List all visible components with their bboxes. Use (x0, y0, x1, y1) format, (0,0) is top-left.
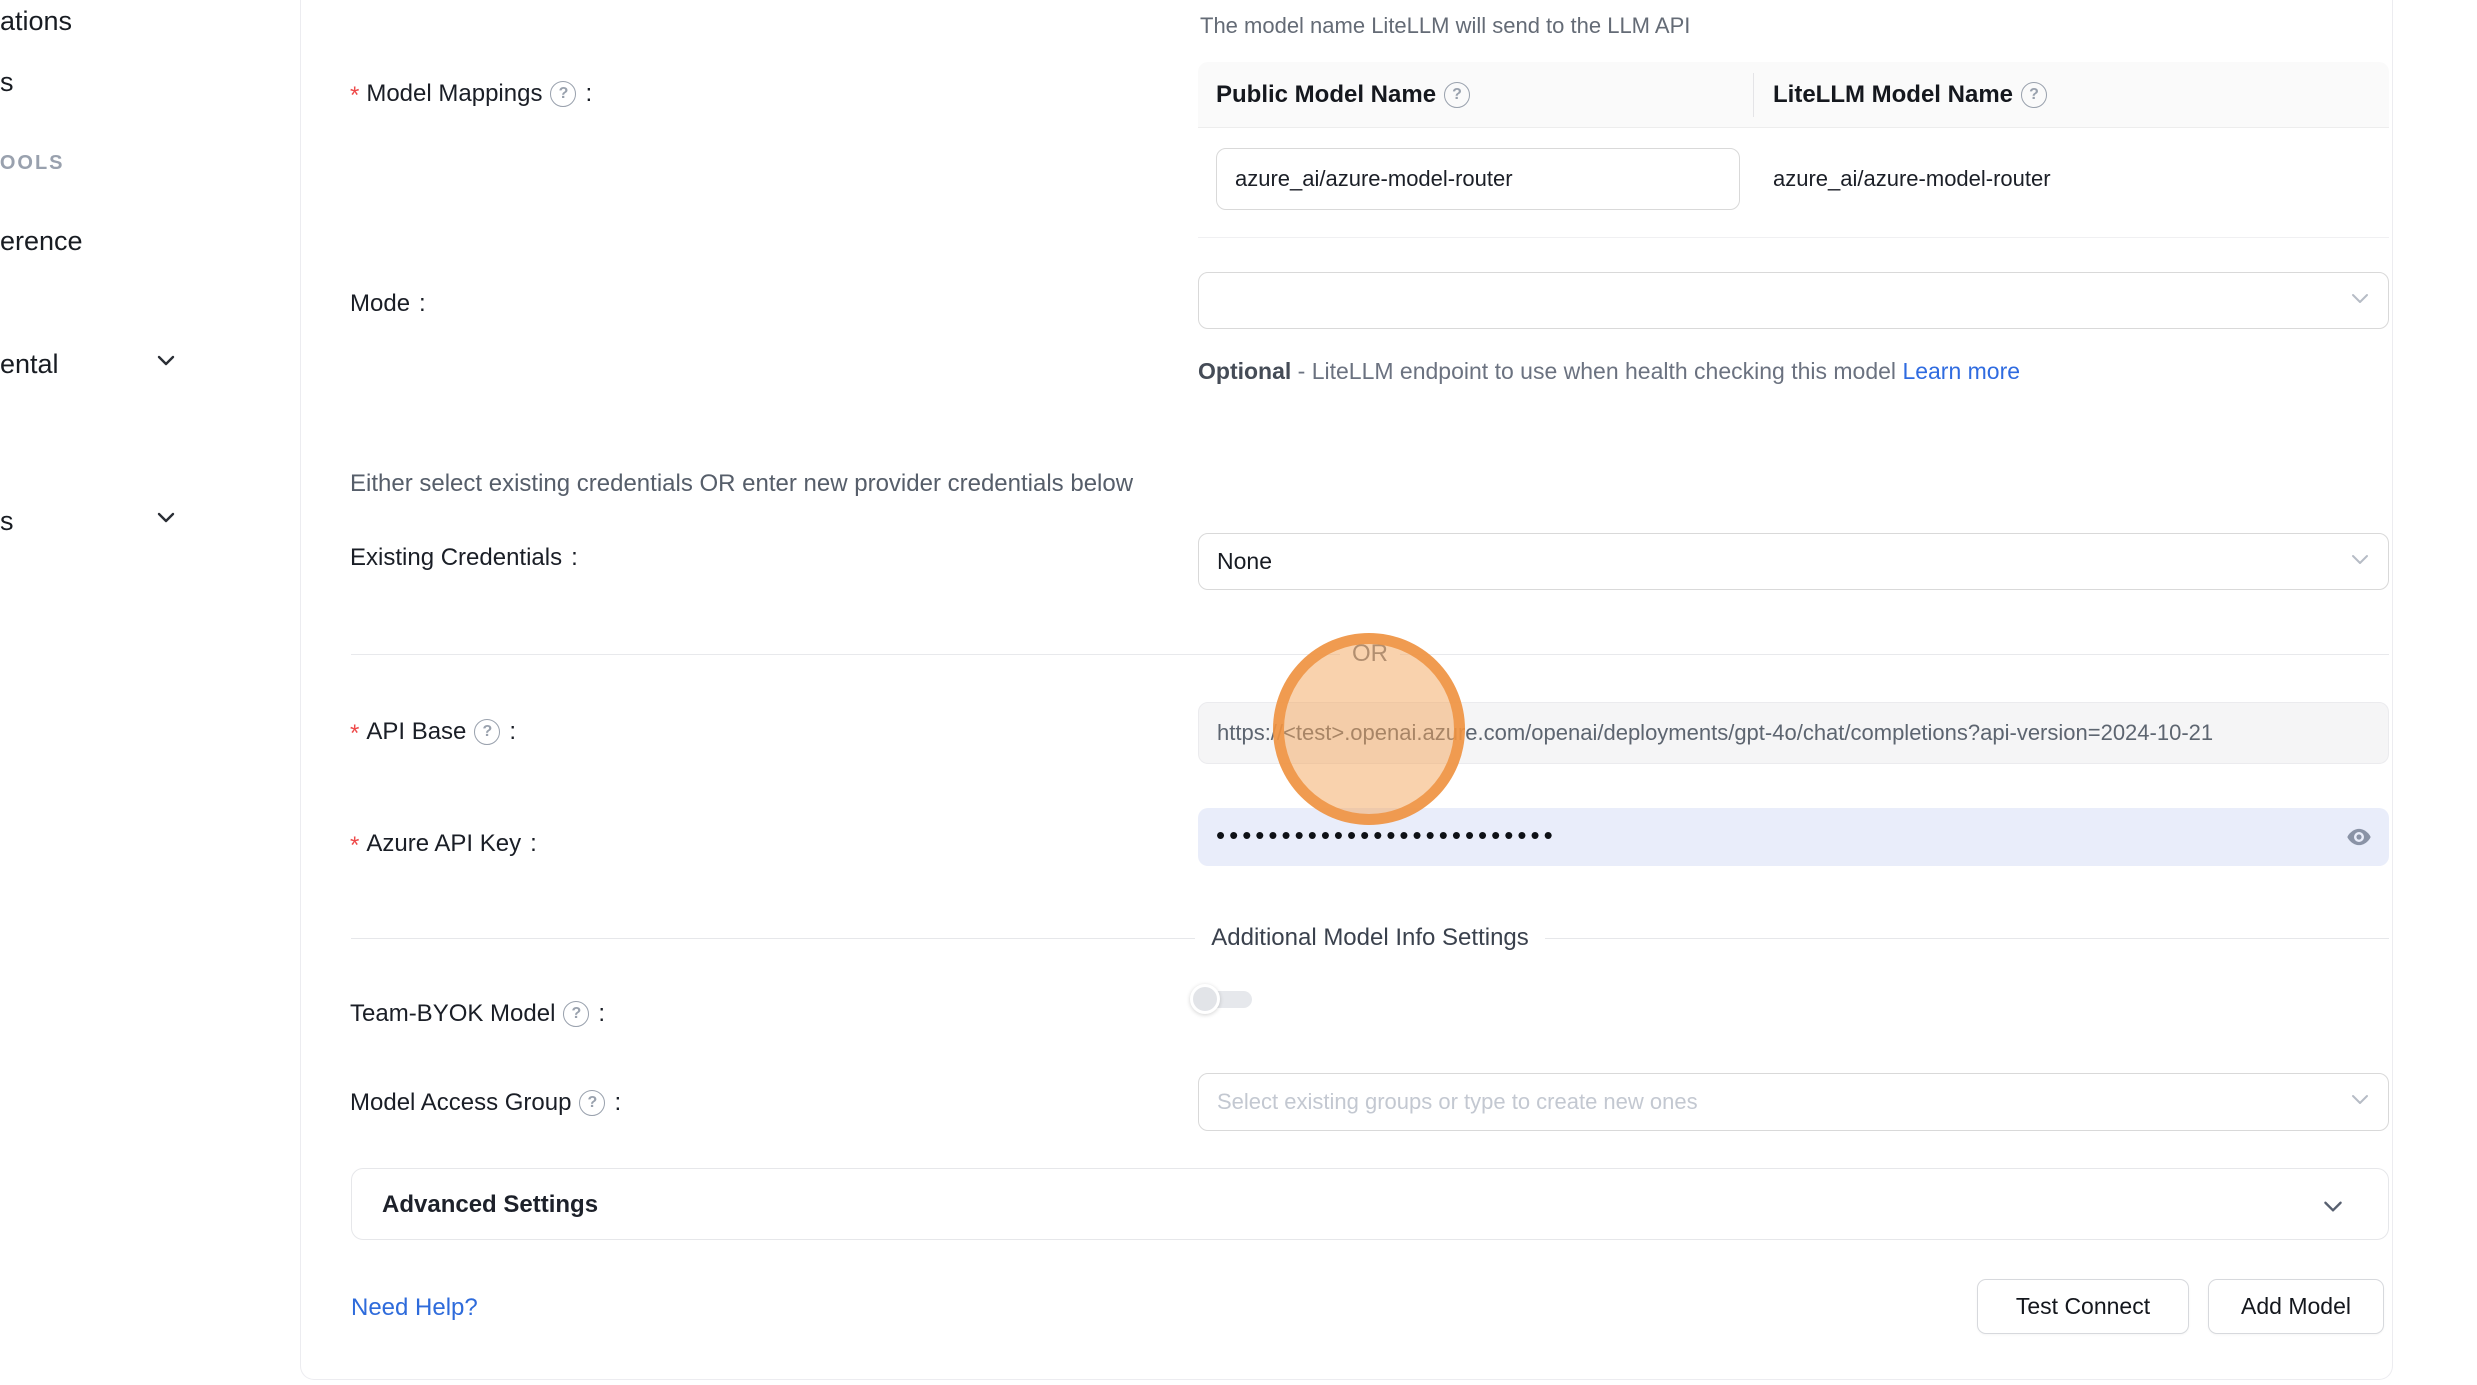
sidebar-item-erence[interactable]: erence (0, 226, 83, 257)
sidebar-item-ental[interactable]: ental (0, 349, 59, 380)
divider-line (351, 654, 1340, 655)
chevron-down-icon (2320, 1193, 2346, 1224)
litellm-model-name-value: azure_ai/azure-model-router (1773, 166, 2051, 192)
or-divider: OR (351, 641, 2389, 667)
chevron-down-icon (2348, 1087, 2372, 1117)
label-colon: : (530, 830, 537, 858)
need-help-link[interactable]: Need Help? (351, 1294, 478, 1322)
existing-credentials-label-text: Existing Credentials (350, 544, 562, 572)
or-divider-text: OR (1340, 640, 1400, 668)
divider-line (1545, 938, 2389, 939)
mode-label-text: Mode (350, 290, 410, 318)
add-model-button[interactable]: Add Model (2208, 1279, 2384, 1334)
divider-line (1400, 654, 2389, 655)
required-asterisk: * (350, 720, 359, 748)
col-litellm-model-name: LiteLLM Model Name ? (1773, 62, 2047, 128)
team-byok-label-text: Team-BYOK Model (350, 1000, 555, 1028)
help-circle-icon[interactable]: ? (550, 81, 576, 107)
label-colon: : (614, 1089, 621, 1117)
label-colon: : (585, 80, 592, 108)
mode-help-text: Optional - LiteLLM endpoint to use when … (1198, 350, 2022, 392)
sidebar-item-ations[interactable]: ations (0, 6, 72, 37)
public-model-name-input[interactable] (1216, 148, 1740, 210)
team-byok-label: Team-BYOK Model ? : (350, 1000, 605, 1028)
label-colon: : (509, 718, 516, 746)
team-byok-toggle[interactable] (1190, 984, 1254, 1014)
table-row: azure_ai/azure-model-router (1198, 128, 2389, 238)
eye-icon[interactable] (2345, 823, 2373, 851)
api-base-label-text: API Base (366, 718, 466, 746)
optional-bold: Optional (1198, 358, 1291, 384)
chevron-down-icon[interactable] (154, 348, 178, 377)
mode-select[interactable] (1198, 272, 2389, 329)
help-circle-icon[interactable]: ? (579, 1090, 605, 1116)
chevron-down-icon (2348, 547, 2372, 577)
mode-label: Mode : (350, 290, 426, 318)
help-circle-icon[interactable]: ? (2021, 82, 2047, 108)
model-mappings-label-text: Model Mappings (366, 80, 542, 108)
help-circle-icon[interactable]: ? (563, 1001, 589, 1027)
toggle-knob (1190, 984, 1220, 1014)
azure-api-key-label: * Azure API Key : (350, 830, 537, 858)
credentials-note: Either select existing credentials OR en… (350, 470, 1133, 498)
test-connect-button[interactable]: Test Connect (1977, 1279, 2189, 1334)
masked-api-key-value: •••••••••••••••••••••••••• (1216, 808, 1557, 866)
api-base-input[interactable]: https://<test>.openai.azure.com/openai/d… (1198, 702, 2389, 764)
sidebar-item-s2[interactable]: s (0, 506, 14, 537)
existing-credentials-value: None (1217, 548, 1272, 575)
model-name-hint: The model name LiteLLM will send to the … (1200, 13, 1690, 39)
required-asterisk: * (350, 832, 359, 860)
chevron-down-icon (2348, 286, 2372, 316)
optional-text: - LiteLLM endpoint to use when health ch… (1298, 358, 1896, 384)
col-header-text: LiteLLM Model Name (1773, 81, 2013, 109)
col-public-model-name: Public Model Name ? (1216, 62, 1470, 128)
chevron-down-icon[interactable] (154, 505, 178, 534)
required-asterisk: * (350, 82, 359, 110)
label-colon: : (419, 290, 426, 318)
model-access-group-input[interactable] (1217, 1089, 2297, 1115)
additional-settings-divider-text: Additional Model Info Settings (1195, 924, 1545, 952)
sidebar-section-tools: TOOLS (0, 152, 65, 175)
sidebar-item-s1[interactable]: s (0, 67, 14, 98)
model-mappings-table: Public Model Name ? LiteLLM Model Name ?… (1198, 62, 2389, 238)
model-access-group-label-text: Model Access Group (350, 1089, 571, 1117)
existing-credentials-label: Existing Credentials : (350, 544, 578, 572)
api-base-label: * API Base ? : (350, 718, 516, 746)
label-colon: : (598, 1000, 605, 1028)
table-header: Public Model Name ? LiteLLM Model Name ? (1198, 62, 2389, 128)
model-access-group-select[interactable] (1198, 1073, 2389, 1131)
help-circle-icon[interactable]: ? (1444, 82, 1470, 108)
divider-line (351, 938, 1195, 939)
azure-api-key-label-text: Azure API Key (366, 830, 521, 858)
additional-settings-divider: Additional Model Info Settings (351, 925, 2389, 951)
existing-credentials-select[interactable]: None (1198, 533, 2389, 590)
model-access-group-label: Model Access Group ? : (350, 1089, 621, 1117)
label-colon: : (571, 544, 578, 572)
advanced-settings-title: Advanced Settings (382, 1169, 598, 1241)
help-circle-icon[interactable]: ? (474, 719, 500, 745)
model-mappings-label: * Model Mappings ? : (350, 80, 592, 108)
learn-more-link[interactable]: Learn more (1902, 358, 2020, 384)
col-header-text: Public Model Name (1216, 81, 1436, 109)
column-divider (1753, 73, 1754, 117)
advanced-settings-panel[interactable]: Advanced Settings (351, 1168, 2389, 1240)
azure-api-key-input[interactable]: •••••••••••••••••••••••••• (1198, 808, 2389, 866)
